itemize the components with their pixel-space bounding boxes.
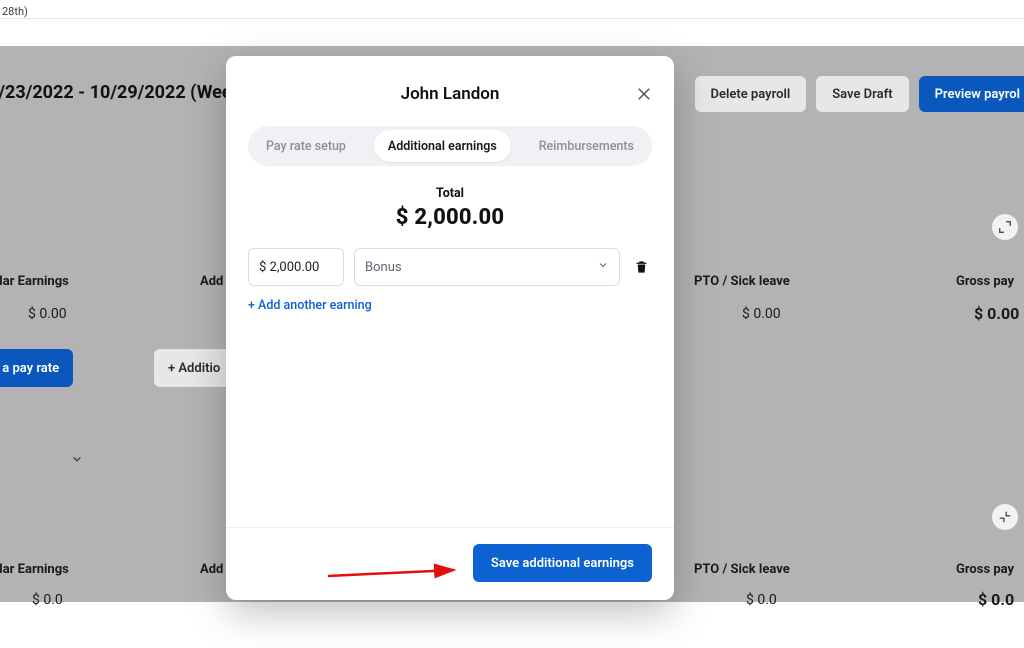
tab-additional-earnings[interactable]: Additional earnings: [374, 130, 511, 162]
total-value: $ 2,000.00: [226, 205, 674, 230]
save-draft-button[interactable]: Save Draft: [816, 76, 908, 112]
earning-row: Bonus: [248, 248, 652, 286]
tab-pay-rate-setup[interactable]: Pay rate setup: [252, 130, 360, 162]
delete-payroll-button[interactable]: Delete payroll: [695, 76, 807, 112]
preview-payroll-button[interactable]: Preview payrol: [919, 76, 1024, 112]
tab-reimbursements[interactable]: Reimbursements: [525, 130, 648, 162]
add-additional-button[interactable]: + Additio: [154, 349, 234, 387]
modal-header: John Landon: [226, 56, 674, 112]
col-additional: Add: [200, 274, 223, 289]
chevron-down-icon: [597, 259, 609, 275]
close-icon[interactable]: [632, 82, 656, 106]
col-pto-2: PTO / Sick leave: [694, 562, 790, 577]
additional-earnings-modal: John Landon Pay rate setup Additional ea…: [226, 56, 674, 600]
divider: [0, 18, 1024, 19]
col-gross: Gross pay: [956, 274, 1014, 289]
modal-title: John Landon: [250, 84, 650, 104]
col-gross-2: Gross pay: [956, 562, 1014, 577]
val-regular-earnings-2: $ 0.0: [32, 592, 63, 608]
earning-type-select[interactable]: Bonus: [354, 248, 620, 286]
save-additional-earnings-button[interactable]: Save additional earnings: [473, 544, 652, 582]
col-pto: PTO / Sick leave: [694, 274, 790, 289]
collapse-icon[interactable]: [992, 504, 1018, 530]
col-additional-2: Add: [200, 562, 223, 577]
modal-footer: Save additional earnings: [226, 527, 674, 600]
page-date-range: 0/23/2022 - 10/29/2022 (Wee: [0, 82, 232, 103]
top-strip-text: 28th): [0, 5, 28, 18]
top-strip: 28th): [0, 0, 1024, 18]
bottom-whitespace: [0, 602, 1024, 648]
val-regular-earnings: $ 0.00: [28, 306, 67, 322]
val-pto-2: $ 0.0: [746, 592, 777, 608]
chevron-down-icon[interactable]: [70, 452, 84, 470]
earning-type-value: Bonus: [365, 260, 402, 275]
total-label: Total: [226, 186, 674, 201]
modal-tabs: Pay rate setup Additional earnings Reimb…: [248, 126, 652, 166]
earning-amount-input[interactable]: [248, 248, 344, 286]
col-regular-earnings-2: ular Earnings: [0, 562, 69, 577]
expand-icon[interactable]: [992, 214, 1018, 240]
val-pto: $ 0.00: [742, 306, 781, 322]
val-gross: $ 0.00: [974, 304, 1019, 323]
delete-earning-icon[interactable]: [630, 259, 652, 275]
val-gross-2: $ 0.0: [978, 590, 1014, 609]
choose-pay-rate-button[interactable]: e a pay rate: [0, 349, 73, 387]
add-another-earning-link[interactable]: + Add another earning: [248, 298, 652, 313]
col-regular-earnings: ular Earnings: [0, 274, 69, 289]
header-buttons: Delete payroll Save Draft Preview payrol: [695, 76, 1024, 112]
